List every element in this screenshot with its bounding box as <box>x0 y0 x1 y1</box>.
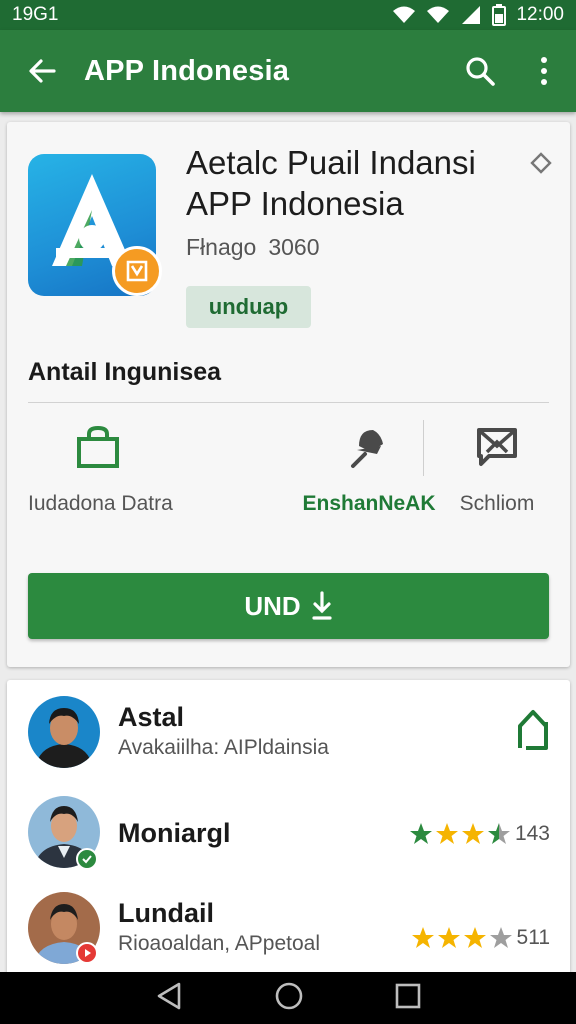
star-empty-icon <box>489 927 512 948</box>
category-tag[interactable]: unduap <box>186 286 311 328</box>
wishlist-button[interactable] <box>530 152 552 179</box>
circle-home-icon <box>275 982 303 1009</box>
list-item[interactable]: Moniargl 143 <box>7 786 570 882</box>
feature-label-2: EnshanNeAK <box>302 492 436 515</box>
arrow-back-icon <box>29 59 56 83</box>
list-item-name: Astal <box>118 702 185 732</box>
rating-stars: 511 <box>411 926 550 950</box>
list-item-name: Lundail <box>118 898 214 928</box>
pin-icon <box>351 430 383 468</box>
list-item[interactable]: Lundail Rioaoaldan, APpetoal 511 <box>7 884 570 980</box>
list-item-name: Moniargl <box>118 818 231 848</box>
star-icon <box>409 823 432 844</box>
app-name-line2: APP Indonesia <box>186 185 404 222</box>
list-item-subtitle: Avakaiilha: AIPldainsia <box>118 736 329 759</box>
nav-back-button[interactable] <box>155 981 183 1016</box>
more-vert-icon <box>541 57 547 85</box>
star-icon <box>435 823 458 844</box>
star-icon <box>463 927 486 948</box>
signal-icon <box>460 5 482 25</box>
home-outline-icon[interactable] <box>516 708 550 755</box>
status-bar: 19G1 12:00 <box>0 0 576 30</box>
feature-label-1: Iudadona Datra <box>28 492 173 515</box>
rating-count: 143 <box>514 822 550 845</box>
verified-badge-icon <box>76 848 98 870</box>
divider <box>28 402 549 403</box>
app-meta: Fłnago 3060 <box>186 234 320 261</box>
rating-stars: 143 <box>409 822 550 846</box>
battery-icon <box>492 4 507 26</box>
rating-count: 511 <box>516 926 550 949</box>
square-recents-icon <box>395 983 420 1008</box>
section-title: Antail Ingunisea <box>28 358 222 386</box>
star-icon <box>461 823 484 844</box>
app-meta-label: Fłnago <box>186 234 257 260</box>
list-item[interactable]: Astal Avakaiilha: AIPldainsia <box>7 680 570 776</box>
status-time-right: 12:00 <box>516 4 564 25</box>
feature-item-1[interactable]: Iudadona Datra <box>28 422 173 522</box>
app-bar: APP Indonesia <box>0 30 576 112</box>
app-meta-value: 3060 <box>268 234 320 260</box>
install-button-label: UND <box>244 590 301 621</box>
star-icon <box>411 927 434 948</box>
app-logo-icon <box>28 154 162 296</box>
feature-divider <box>423 420 424 476</box>
feature-item-2[interactable]: EnshanNeAK <box>301 422 437 522</box>
play-badge-icon <box>76 942 98 964</box>
back-button[interactable] <box>0 30 84 112</box>
nav-recents-button[interactable] <box>395 983 421 1014</box>
star-icon <box>437 927 460 948</box>
nav-home-button[interactable] <box>274 981 304 1016</box>
more-options-button[interactable] <box>512 30 576 112</box>
status-icons: 12:00 <box>392 4 564 26</box>
avatar <box>28 696 100 768</box>
wifi-icon <box>392 5 416 25</box>
app-name-line1: Aetalc Puail Indansi <box>186 144 476 181</box>
bag-icon <box>77 425 119 468</box>
status-time-left: 19G1 <box>12 4 59 25</box>
app-bar-title: APP Indonesia <box>84 54 290 87</box>
message-icon <box>477 428 517 466</box>
search-icon <box>466 57 495 86</box>
download-icon <box>312 591 332 620</box>
wifi-icon-2 <box>426 5 450 25</box>
feature-label-3: Schliom <box>459 492 535 515</box>
list-item-subtitle: Rioaoaldan, APpetoal <box>118 932 320 955</box>
app-badge-icon <box>112 246 162 296</box>
triangle-back-icon <box>158 982 181 1009</box>
app-name: Aetalc Puail Indansi APP Indonesia <box>186 142 516 224</box>
app-detail-card: Aetalc Puail Indansi APP Indonesia Fłnag… <box>7 122 570 667</box>
feature-item-3[interactable]: Schliom <box>447 422 547 522</box>
install-button[interactable]: UND <box>28 573 549 639</box>
review-list-card: Astal Avakaiilha: AIPldainsia Moniargl 1… <box>7 680 570 980</box>
diamond-icon <box>530 152 552 174</box>
search-button[interactable] <box>448 30 512 112</box>
star-half-icon <box>487 823 510 844</box>
system-nav-bar <box>0 972 576 1024</box>
